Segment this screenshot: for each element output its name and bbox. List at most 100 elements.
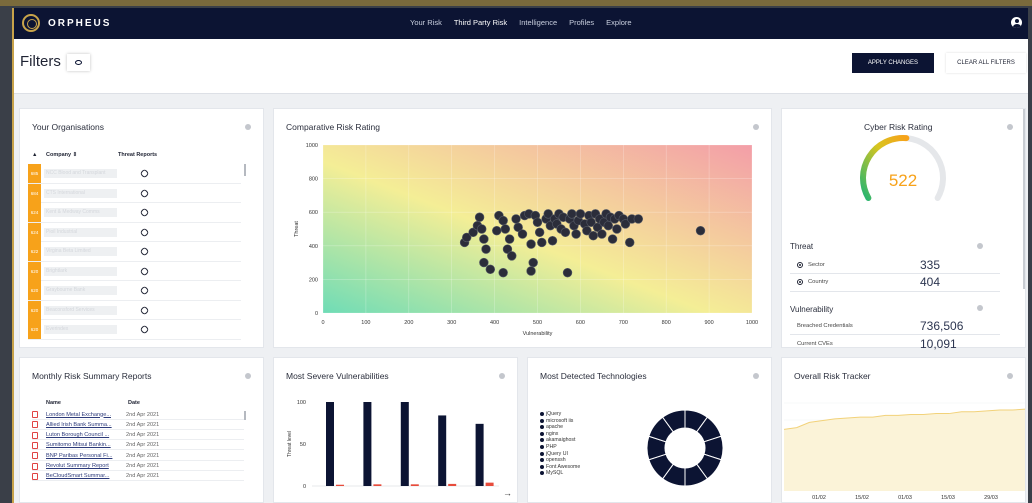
bar[interactable] <box>400 402 409 486</box>
scatter-point[interactable] <box>603 220 613 231</box>
scatter-point[interactable] <box>633 214 644 224</box>
organisation-name[interactable]: Pioil Industrial <box>44 227 117 237</box>
scrollbar[interactable] <box>1023 109 1025 289</box>
scatter-point[interactable] <box>625 237 635 248</box>
scatter-point[interactable] <box>511 214 521 224</box>
threat-report-link-icon[interactable] <box>139 266 150 276</box>
scatter-point[interactable] <box>477 224 487 234</box>
report-row[interactable]: Luton Borough Council ... 2nd Apr 2021 <box>32 431 244 441</box>
report-name-link[interactable]: Revolut Summary Report <box>46 463 118 469</box>
report-row[interactable]: Sumitomo Mitsui Bankin... 2nd Apr 2021 <box>32 441 244 451</box>
nav-link-explore[interactable]: Explore <box>606 18 631 27</box>
scatter-point[interactable] <box>507 251 517 261</box>
sort-icon[interactable]: ▲ <box>32 152 37 158</box>
sector-radio[interactable] <box>797 262 803 268</box>
scatter-point[interactable] <box>532 217 543 227</box>
clear-all-filters-button[interactable]: CLEAR ALL FILTERS <box>946 53 1026 73</box>
organisation-row[interactable]: 624 Kent & Medway Comms <box>28 203 241 223</box>
scatter-point[interactable] <box>547 236 558 246</box>
report-row[interactable]: BeCloudSmart Summar... 2nd Apr 2021 <box>32 472 244 482</box>
bar[interactable] <box>448 483 457 486</box>
organisation-row[interactable]: 620 Graybourne Bank <box>28 281 241 301</box>
toggle-filters-button[interactable] <box>67 54 90 71</box>
bar[interactable] <box>438 415 447 486</box>
threat-report-link-icon[interactable] <box>139 324 150 335</box>
next-arrow-icon[interactable]: → <box>503 488 512 498</box>
organisation-row[interactable]: 620 Everindex <box>28 320 241 340</box>
user-account-icon[interactable] <box>1011 17 1022 28</box>
bar[interactable] <box>363 402 372 486</box>
threat-report-link-icon[interactable] <box>139 227 150 237</box>
bar[interactable] <box>410 484 419 486</box>
scatter-point[interactable] <box>479 234 489 244</box>
scatter-point[interactable] <box>567 209 577 219</box>
brand-logo[interactable]: ORPHEUS <box>22 14 111 32</box>
scatter-point[interactable] <box>537 237 547 248</box>
report-name-link[interactable]: Luton Borough Council ... <box>46 432 118 438</box>
country-radio[interactable] <box>797 279 803 285</box>
threat-report-link-icon[interactable] <box>139 188 150 198</box>
scatter-point[interactable] <box>481 244 491 254</box>
scatter-point[interactable] <box>588 231 598 241</box>
organisation-name[interactable]: Everindex <box>44 325 117 334</box>
organisation-row[interactable]: 624 Pioil Industrial <box>28 222 241 242</box>
organisation-row[interactable]: 685 NCC Blood and Transplant <box>28 164 241 184</box>
nav-link-intelligence[interactable]: Intelligence <box>519 18 557 27</box>
scatter-point[interactable] <box>528 257 538 268</box>
organisation-name[interactable]: Graybourne Bank <box>44 286 117 295</box>
scatter-point[interactable] <box>517 229 528 239</box>
scatter-point[interactable] <box>575 209 586 219</box>
info-icon[interactable] <box>245 373 251 379</box>
info-icon[interactable] <box>245 124 251 130</box>
organisation-name[interactable]: Kent & Medway Comms <box>44 208 117 217</box>
scatter-point[interactable] <box>498 215 508 226</box>
scatter-point[interactable] <box>612 224 622 234</box>
scatter-point[interactable] <box>504 234 515 244</box>
organisation-name[interactable]: NCC Blood and Transplant <box>44 169 117 178</box>
scatter-point[interactable] <box>526 266 536 276</box>
report-name-link[interactable]: BNP Paribas Personal Fi... <box>46 453 118 459</box>
threat-report-link-icon[interactable] <box>139 246 150 257</box>
nav-link-third-party-risk[interactable]: Third Party Risk <box>454 18 507 27</box>
scatter-point[interactable] <box>534 227 545 238</box>
nav-link-your-risk[interactable]: Your Risk <box>410 18 442 27</box>
scatter-point[interactable] <box>571 229 581 239</box>
organisation-row[interactable]: 622 Virgina Beta Limited <box>28 242 241 262</box>
report-row[interactable]: London Metal Exchange... 2nd Apr 2021 <box>32 410 244 420</box>
bar[interactable] <box>373 484 382 486</box>
threat-report-link-icon[interactable] <box>139 207 150 218</box>
organisation-name[interactable]: Brightlark <box>44 266 117 276</box>
info-icon[interactable] <box>977 243 983 249</box>
report-row[interactable]: BNP Paribas Personal Fi... 2nd Apr 2021 <box>32 451 244 461</box>
organisation-row[interactable]: 620 Beaconsford Services <box>28 300 241 320</box>
apply-changes-button[interactable]: APPLY CHANGES <box>852 53 934 73</box>
threat-report-link-icon[interactable] <box>139 305 150 315</box>
scatter-point[interactable] <box>500 224 511 234</box>
scatter-point[interactable] <box>695 225 706 236</box>
scatter-point[interactable] <box>526 239 536 249</box>
info-icon[interactable] <box>977 305 983 311</box>
organisation-name[interactable]: CTS International <box>44 188 117 198</box>
report-row[interactable]: Revolut Summary Report 2nd Apr 2021 <box>32 462 244 472</box>
report-name-link[interactable]: London Metal Exchange... <box>46 412 118 418</box>
organisation-row[interactable]: 684 CTS International <box>28 183 241 203</box>
scatter-point[interactable] <box>474 212 485 222</box>
threat-report-link-icon[interactable] <box>139 285 150 296</box>
report-name-link[interactable]: BeCloudSmart Summar... <box>46 473 118 479</box>
scatter-point[interactable] <box>479 257 489 268</box>
bar[interactable] <box>485 482 494 486</box>
scatter-point[interactable] <box>492 225 502 236</box>
bar[interactable] <box>336 484 344 486</box>
nav-link-profiles[interactable]: Profiles <box>569 18 594 27</box>
organisation-name[interactable]: Virgina Beta Limited <box>44 247 117 256</box>
scatter-point[interactable] <box>607 234 618 244</box>
scatter-point[interactable] <box>485 264 496 275</box>
report-name-link[interactable]: Allied Irish Bank Summa... <box>46 422 118 428</box>
report-row[interactable]: Allied Irish Bank Summa... 2nd Apr 2021 <box>32 420 244 430</box>
report-name-link[interactable]: Sumitomo Mitsui Bankin... <box>46 442 118 448</box>
organisation-row[interactable]: 620 Brightlark <box>28 261 241 281</box>
scatter-point[interactable] <box>498 267 508 278</box>
scrollbar[interactable] <box>244 164 246 176</box>
bar[interactable] <box>326 402 334 486</box>
scrollbar[interactable] <box>244 411 246 420</box>
